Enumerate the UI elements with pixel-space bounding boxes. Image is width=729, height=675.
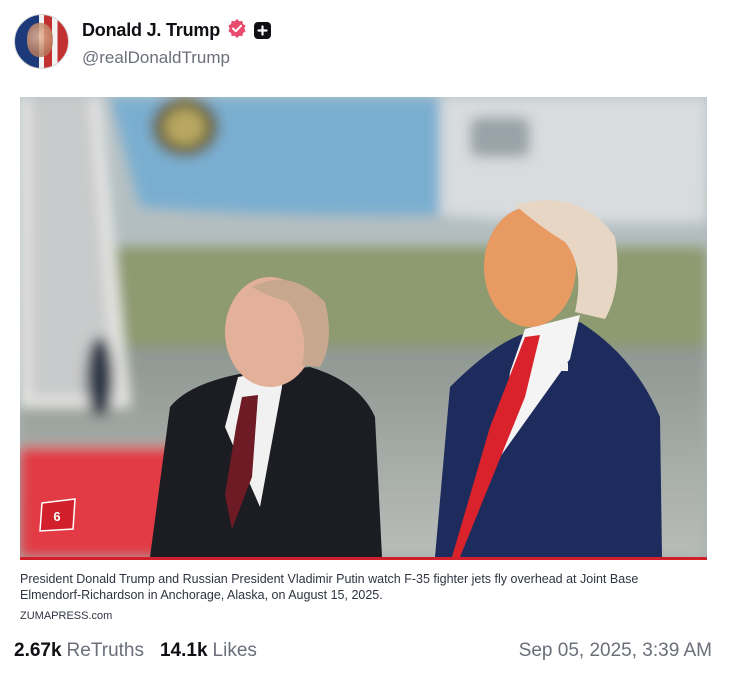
likes-count: 14.1k: [159, 640, 208, 661]
post-photo[interactable]: 6: [20, 97, 707, 557]
retruths-stat[interactable]: 2.67k ReTruths: [14, 640, 144, 662]
likes-stat[interactable]: 14.1k Likes: [160, 640, 257, 662]
photo-divider: [20, 557, 707, 560]
verified-badge-icon: [227, 18, 247, 43]
avatar-face: [27, 23, 53, 57]
avatar[interactable]: [14, 14, 69, 69]
user-handle[interactable]: @realDonaldTrump: [82, 48, 230, 68]
photo-credit: ZUMAPRESS.com: [20, 610, 113, 622]
post-header: Donald J. Trump @realDonaldTrump: [14, 14, 714, 70]
engagement-stats: 2.67k ReTruths 14.1k Likes: [14, 640, 273, 662]
photo-corner-badge: 6: [39, 498, 76, 532]
post-timestamp[interactable]: Sep 05, 2025, 3:39 AM: [519, 640, 712, 662]
photo-badge-number: 6: [53, 509, 60, 524]
plus-badge-icon: [254, 22, 272, 39]
name-row: Donald J. Trump: [82, 18, 272, 43]
retruths-label: ReTruths: [66, 640, 144, 661]
likes-label: Likes: [212, 640, 257, 661]
retruths-count: 2.67k: [14, 640, 62, 661]
media-card: 6 President Donald Trump and Russian Pre…: [20, 97, 707, 622]
display-name[interactable]: Donald J. Trump: [82, 20, 220, 41]
photo-caption: President Donald Trump and Russian Presi…: [20, 572, 639, 602]
